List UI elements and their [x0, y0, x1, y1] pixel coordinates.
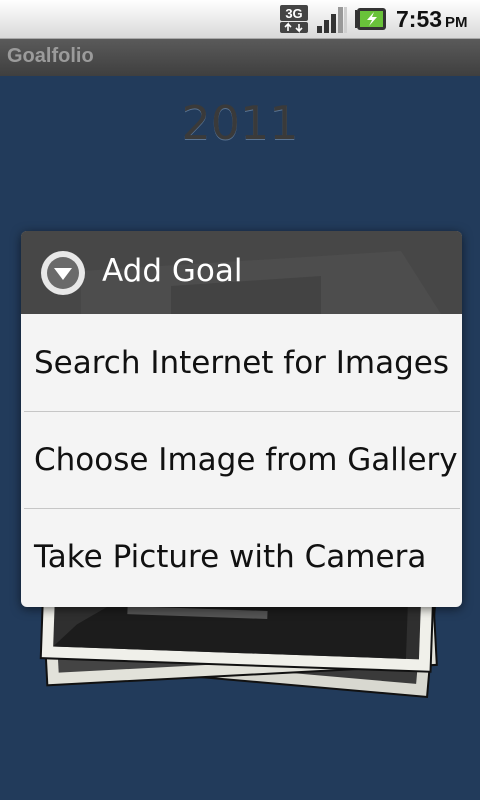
choose-gallery-image-option[interactable]: Choose Image from Gallery	[24, 412, 460, 508]
dialog-header: Add Goal	[21, 231, 462, 314]
take-camera-picture-option[interactable]: Take Picture with Camera	[24, 509, 460, 605]
screen: 3G 7:53 PM Goalfolio 2011 Add Goal Searc…	[0, 0, 480, 800]
add-goal-dialog: Add Goal Search Internet for Images Choo…	[21, 231, 462, 607]
dialog-title: Add Goal	[102, 253, 243, 289]
chevron-down-circle-icon	[41, 251, 85, 295]
search-internet-images-option[interactable]: Search Internet for Images	[24, 315, 460, 411]
